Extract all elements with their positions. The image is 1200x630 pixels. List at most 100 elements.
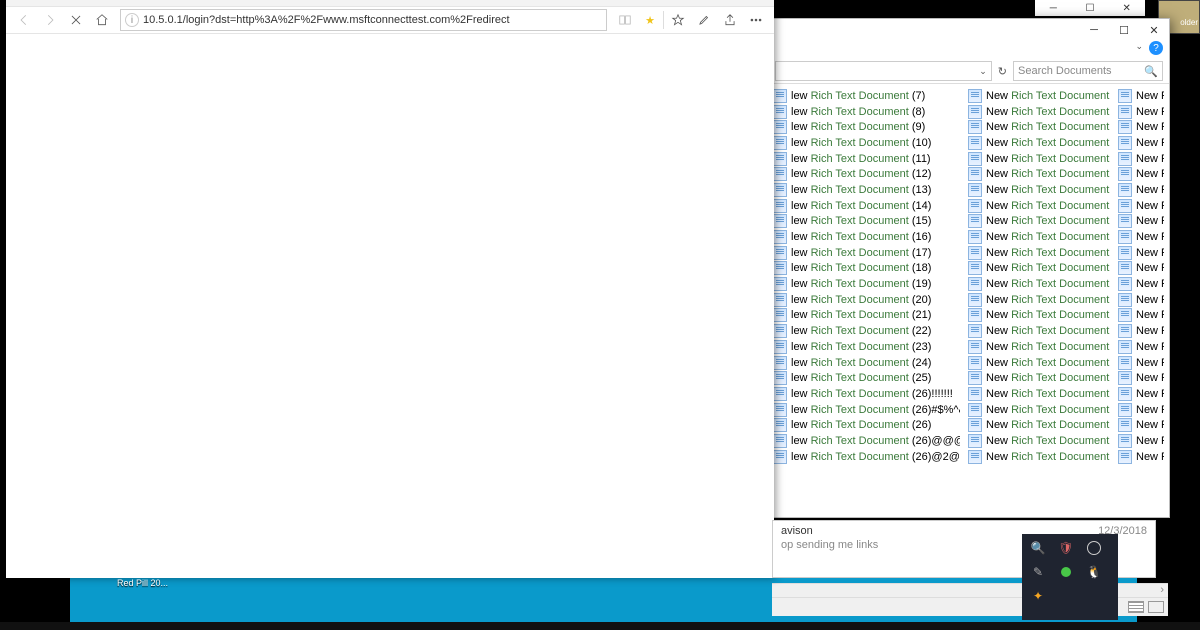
file-item[interactable]: New Rich Text Document (34) bbox=[964, 198, 1114, 214]
file-item[interactable]: lew Rich Text Document (26)!!!!!!! bbox=[769, 386, 964, 402]
tray-flame-icon[interactable]: ✦ bbox=[1026, 586, 1050, 606]
file-item[interactable]: lew Rich Text Document (11) bbox=[769, 151, 964, 167]
file-item[interactable]: New Rich bbox=[1114, 449, 1168, 465]
file-item[interactable]: lew Rich Text Document (21) bbox=[769, 308, 964, 324]
file-item[interactable]: New Rich bbox=[1114, 88, 1168, 104]
taskbar[interactable] bbox=[0, 622, 1200, 630]
file-item[interactable]: New Rich bbox=[1114, 386, 1168, 402]
address-chevron-icon[interactable]: ⌄ bbox=[979, 66, 987, 77]
file-item[interactable]: New Rich bbox=[1114, 261, 1168, 277]
file-item[interactable]: New Rich Text Document (39) bbox=[964, 276, 1114, 292]
explorer-file-list[interactable]: lew Rich Text Document (7) lew Rich Text … bbox=[769, 84, 1169, 508]
file-item[interactable]: New Rich bbox=[1114, 104, 1168, 120]
favorite-star-icon[interactable]: ★ bbox=[639, 14, 661, 27]
file-item[interactable]: New Rich Text Document (47) bbox=[964, 402, 1114, 418]
file-item[interactable]: New Rich Text Document (41) bbox=[964, 308, 1114, 324]
file-item[interactable]: lew Rich Text Document (26)@2@@@@ bbox=[769, 449, 964, 465]
back-button[interactable] bbox=[12, 8, 36, 32]
file-item[interactable]: lew Rich Text Document (17) bbox=[769, 245, 964, 261]
file-item[interactable]: lew Rich Text Document (14) bbox=[769, 198, 964, 214]
help-icon[interactable]: ? bbox=[1149, 41, 1163, 55]
file-item[interactable]: New Rich bbox=[1114, 323, 1168, 339]
tray-status-icon[interactable] bbox=[1054, 562, 1078, 582]
file-item[interactable]: New Rich bbox=[1114, 135, 1168, 151]
file-item[interactable]: New Rich Text Document (32) bbox=[964, 166, 1114, 182]
stop-button[interactable] bbox=[64, 8, 88, 32]
explorer-address-bar[interactable]: ⌄ bbox=[775, 61, 992, 81]
reading-view-icon[interactable] bbox=[613, 8, 637, 32]
share-icon[interactable] bbox=[718, 8, 742, 32]
file-item[interactable]: New Rich Text Document (33) bbox=[964, 182, 1114, 198]
notes-icon[interactable] bbox=[692, 8, 716, 32]
file-item[interactable]: New Rich bbox=[1114, 308, 1168, 324]
close-button[interactable]: ✕ bbox=[1108, 0, 1145, 16]
home-button[interactable] bbox=[90, 8, 114, 32]
file-item[interactable]: lew Rich Text Document (19) bbox=[769, 276, 964, 292]
file-item[interactable]: lew Rich Text Document (16) bbox=[769, 229, 964, 245]
file-item[interactable]: New Rich Text Document (35) bbox=[964, 214, 1114, 230]
file-item[interactable]: New Rich bbox=[1114, 151, 1168, 167]
file-item[interactable]: New Rich Text Document (29) bbox=[964, 119, 1114, 135]
address-bar[interactable]: i 10.5.0.1/login?dst=http%3A%2F%2Fwww.ms… bbox=[120, 9, 607, 31]
file-item[interactable]: lew Rich Text Document (20) bbox=[769, 292, 964, 308]
file-item[interactable]: lew Rich Text Document (9) bbox=[769, 119, 964, 135]
refresh-icon[interactable]: ↻ bbox=[998, 65, 1007, 78]
explorer-search-input[interactable]: Search Documents 🔍 bbox=[1013, 61, 1163, 81]
explorer-titlebar[interactable]: ─ ☐ ✕ bbox=[769, 19, 1169, 41]
file-item[interactable]: New Rich Text Document (27) bbox=[964, 88, 1114, 104]
file-item[interactable]: lew Rich Text Document (18) bbox=[769, 261, 964, 277]
file-item[interactable]: New Rich bbox=[1114, 182, 1168, 198]
file-item[interactable]: New Rich bbox=[1114, 245, 1168, 261]
file-item[interactable]: lew Rich Text Document (26)#$%^&&&^%R^& bbox=[769, 402, 964, 418]
file-item[interactable]: lew Rich Text Document (15) bbox=[769, 214, 964, 230]
favorites-hub-icon[interactable] bbox=[666, 8, 690, 32]
file-item[interactable]: lew Rich Text Document (7) bbox=[769, 88, 964, 104]
file-item[interactable]: New Rich Text Document (43) bbox=[964, 339, 1114, 355]
site-info-icon[interactable]: i bbox=[125, 13, 139, 27]
file-item[interactable]: lew Rich Text Document (24) bbox=[769, 355, 964, 371]
system-tray-overflow[interactable]: 🔍 🛡 ✎ 🐧 ✦ bbox=[1022, 534, 1118, 620]
details-view-icon[interactable] bbox=[1128, 601, 1144, 613]
tray-shield-icon[interactable]: 🛡 bbox=[1054, 538, 1078, 558]
file-item[interactable]: New Rich bbox=[1114, 370, 1168, 386]
file-item[interactable]: New Rich bbox=[1114, 355, 1168, 371]
file-item[interactable]: New Rich Text Document (50) bbox=[964, 449, 1114, 465]
file-item[interactable]: New Rich bbox=[1114, 229, 1168, 245]
file-item[interactable]: lew Rich Text Document (13) bbox=[769, 182, 964, 198]
tray-search-icon[interactable]: 🔍 bbox=[1026, 538, 1050, 558]
file-item[interactable]: lew Rich Text Document (26) bbox=[769, 417, 964, 433]
file-item[interactable]: New Rich Text Document (44) bbox=[964, 355, 1114, 371]
file-item[interactable]: New Rich Text Document (36) bbox=[964, 229, 1114, 245]
min-button[interactable]: ─ bbox=[1035, 0, 1072, 16]
taskbar-item-label[interactable]: Red Pill 20... bbox=[117, 578, 168, 588]
file-item[interactable]: New Rich bbox=[1114, 402, 1168, 418]
file-item[interactable]: New Rich Text Document (40) bbox=[964, 292, 1114, 308]
file-item[interactable]: New Rich bbox=[1114, 119, 1168, 135]
tray-feather-icon[interactable]: ✎ bbox=[1026, 562, 1050, 582]
tray-globe-icon[interactable] bbox=[1082, 538, 1106, 558]
file-item[interactable]: New Rich Text Document (28) bbox=[964, 104, 1114, 120]
file-item[interactable]: New Rich Text Document (31) bbox=[964, 151, 1114, 167]
file-item[interactable]: New Rich bbox=[1114, 433, 1168, 449]
file-item[interactable]: lew Rich Text Document (12) bbox=[769, 166, 964, 182]
file-item[interactable]: lew Rich Text Document (23) bbox=[769, 339, 964, 355]
browser-viewport[interactable] bbox=[6, 34, 774, 578]
file-item[interactable]: lew Rich Text Document (26)@@@@ bbox=[769, 433, 964, 449]
file-item[interactable]: New Rich bbox=[1114, 166, 1168, 182]
file-item[interactable]: New Rich Text Document (46) bbox=[964, 386, 1114, 402]
chevron-down-icon[interactable]: ⌄ bbox=[1135, 41, 1143, 59]
more-icon[interactable] bbox=[744, 8, 768, 32]
file-item[interactable]: New Rich bbox=[1114, 292, 1168, 308]
file-item[interactable]: New Rich Text Document (42) bbox=[964, 323, 1114, 339]
file-item[interactable]: New Rich bbox=[1114, 339, 1168, 355]
file-item[interactable]: lew Rich Text Document (22) bbox=[769, 323, 964, 339]
file-item[interactable]: New Rich bbox=[1114, 417, 1168, 433]
file-item[interactable]: New Rich Text Document (30) bbox=[964, 135, 1114, 151]
file-item[interactable]: lew Rich Text Document (25) bbox=[769, 370, 964, 386]
file-item[interactable]: New Rich bbox=[1114, 214, 1168, 230]
explorer-max-button[interactable]: ☐ bbox=[1109, 19, 1139, 41]
file-item[interactable]: New Rich bbox=[1114, 276, 1168, 292]
file-item[interactable]: New Rich Text Document (48) bbox=[964, 417, 1114, 433]
max-button[interactable]: ☐ bbox=[1072, 0, 1109, 16]
file-item[interactable]: New Rich Text Document (49) bbox=[964, 433, 1114, 449]
